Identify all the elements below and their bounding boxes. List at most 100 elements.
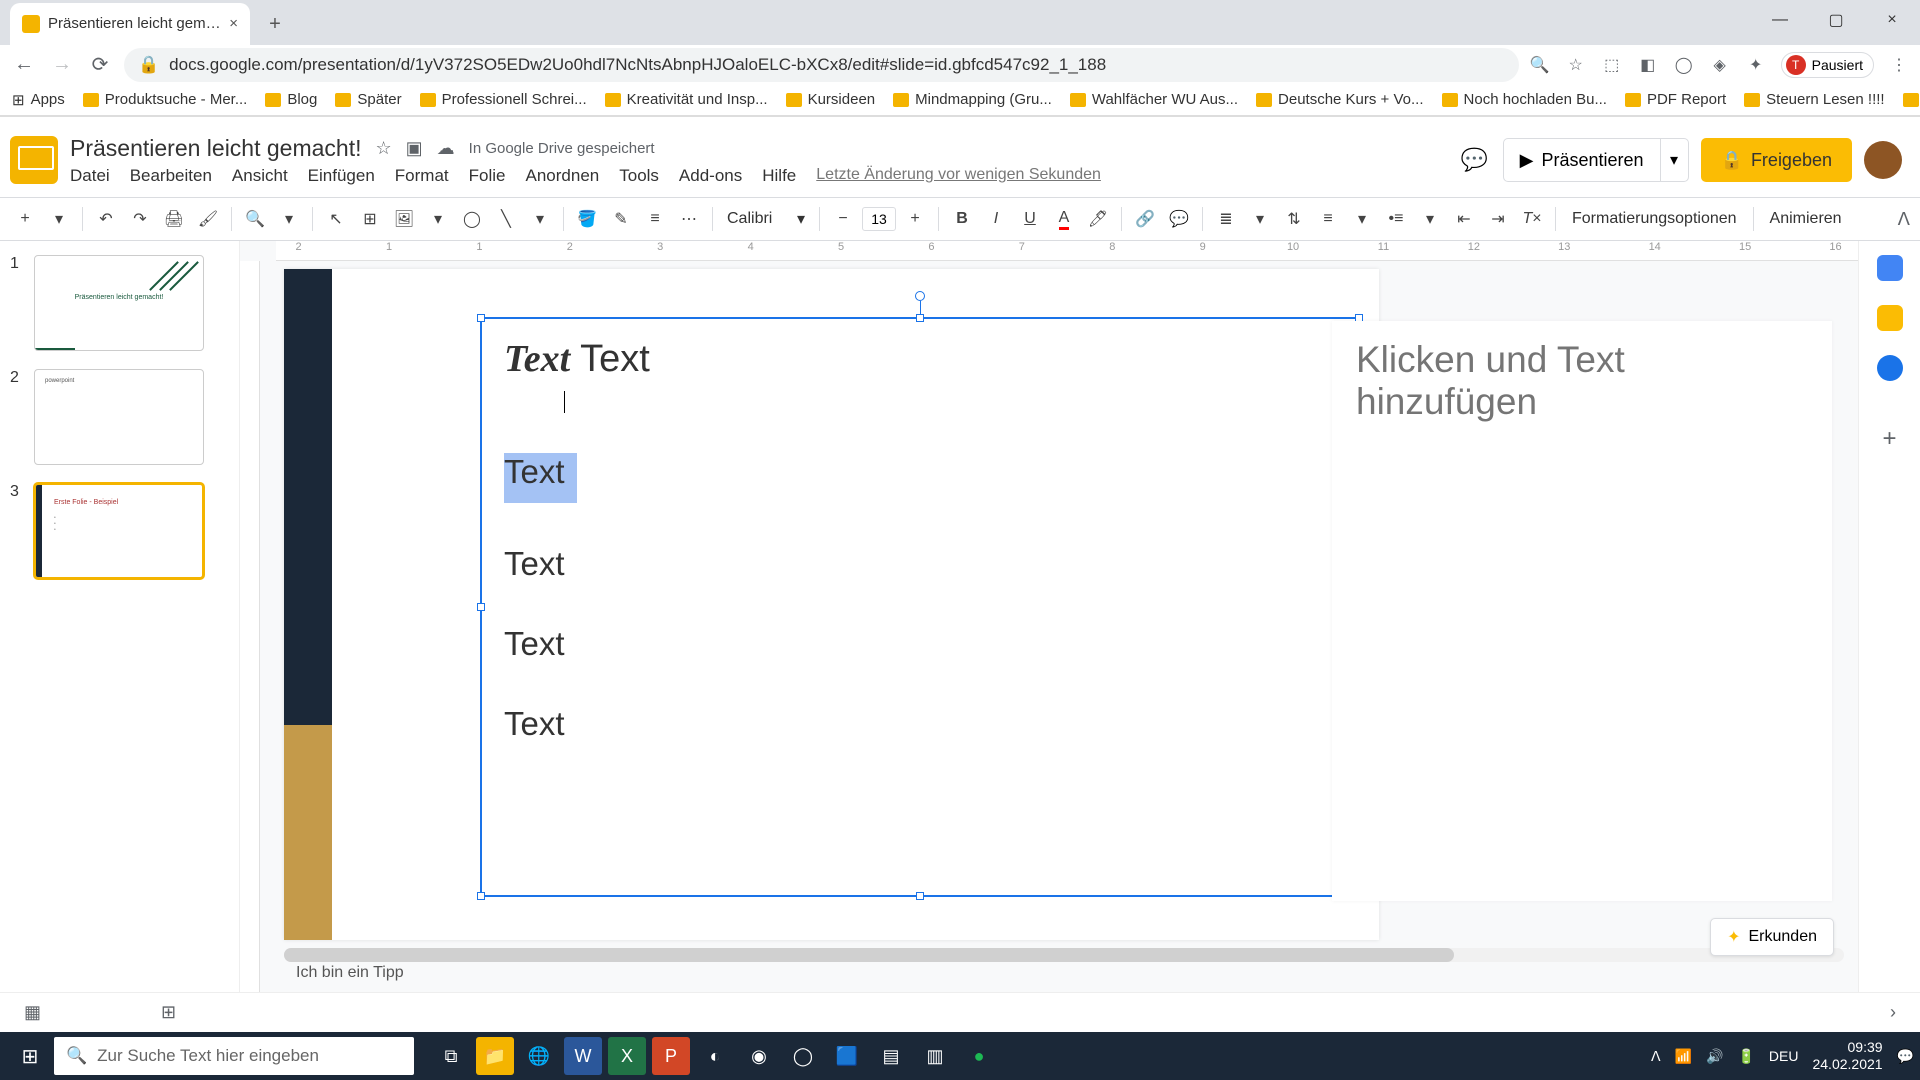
extension-icon-3[interactable]: ◯ xyxy=(1673,54,1695,76)
vertical-ruler[interactable] xyxy=(240,261,260,992)
extension-icon-2[interactable]: ◧ xyxy=(1637,54,1659,76)
clock[interactable]: 09:39 24.02.2021 xyxy=(1812,1039,1882,1073)
profile-button[interactable]: T Pausiert xyxy=(1781,52,1874,78)
bookmark-item[interactable]: PDF Report xyxy=(1625,91,1726,108)
bullet-dropdown[interactable]: ▾ xyxy=(1415,204,1445,234)
border-color-button[interactable]: ✎ xyxy=(606,204,636,234)
bookmark-item[interactable]: Später xyxy=(335,91,401,108)
edge-icon-2[interactable]: 🟦 xyxy=(828,1037,866,1075)
menu-format[interactable]: Format xyxy=(395,166,449,186)
app-icon-2[interactable]: ▤ xyxy=(872,1037,910,1075)
undo-button[interactable]: ↶ xyxy=(91,204,121,234)
maximize-button[interactable]: ▢ xyxy=(1808,0,1864,40)
resize-handle[interactable] xyxy=(477,314,485,322)
star-icon[interactable]: ☆ xyxy=(376,138,392,159)
taskbar-search[interactable]: 🔍 Zur Suche Text hier eingeben xyxy=(54,1037,414,1075)
font-size-decrease[interactable]: − xyxy=(828,204,858,234)
notifications-icon[interactable]: 💬 xyxy=(1897,1048,1914,1065)
bookmark-item[interactable]: Professionell Schrei... xyxy=(420,91,587,108)
word-icon[interactable]: W xyxy=(564,1037,602,1075)
clear-format-button[interactable]: T× xyxy=(1517,204,1547,234)
menu-view[interactable]: Ansicht xyxy=(232,166,288,186)
bookmark-item[interactable]: Mindmapping (Gru... xyxy=(893,91,1052,108)
close-icon[interactable]: × xyxy=(229,15,238,32)
present-button[interactable]: ▶Präsentieren ▾ xyxy=(1503,138,1689,182)
line-tool[interactable]: ╲ xyxy=(491,204,521,234)
indent-decrease-button[interactable]: ⇤ xyxy=(1449,204,1479,234)
shape-tool[interactable]: ◯ xyxy=(457,204,487,234)
fill-color-button[interactable]: 🪣 xyxy=(572,204,602,234)
start-button[interactable]: ⊞ xyxy=(6,1032,54,1080)
last-change-link[interactable]: Letzte Änderung vor wenigen Sekunden xyxy=(816,166,1101,186)
menu-insert[interactable]: Einfügen xyxy=(308,166,375,186)
zoom-dropdown[interactable]: ▾ xyxy=(274,204,304,234)
bookmark-item[interactable]: Deutsche Kurs + Vo... xyxy=(1256,91,1424,108)
paint-format-button[interactable]: 🖌 xyxy=(193,204,223,234)
image-tool[interactable]: 🖼 xyxy=(389,204,419,234)
chrome-icon[interactable]: ◯ xyxy=(784,1037,822,1075)
zoom-button[interactable]: 🔍 xyxy=(240,204,270,234)
line-dropdown[interactable]: ▾ xyxy=(525,204,555,234)
menu-help[interactable]: Hilfe xyxy=(762,166,796,186)
resize-handle[interactable] xyxy=(477,892,485,900)
calendar-icon[interactable] xyxy=(1877,255,1903,281)
bullet-list-button[interactable]: •≡ xyxy=(1381,204,1411,234)
border-weight-button[interactable]: ≡ xyxy=(640,204,670,234)
minimize-button[interactable]: — xyxy=(1752,0,1808,40)
font-size-increase[interactable]: + xyxy=(900,204,930,234)
collapse-toolbar-icon[interactable]: ᐱ xyxy=(1898,209,1910,230)
animate-button[interactable]: Animieren xyxy=(1762,210,1850,228)
numbered-dropdown[interactable]: ▾ xyxy=(1347,204,1377,234)
new-slide-dropdown[interactable]: ▾ xyxy=(44,204,74,234)
resize-handle[interactable] xyxy=(916,892,924,900)
menu-edit[interactable]: Bearbeiten xyxy=(130,166,212,186)
zoom-icon[interactable]: 🔍 xyxy=(1529,54,1551,76)
extension-icon[interactable]: ⬚ xyxy=(1601,54,1623,76)
url-field[interactable]: 🔒 docs.google.com/presentation/d/1yV372S… xyxy=(124,48,1519,82)
slides-logo-icon[interactable] xyxy=(10,136,58,184)
menu-file[interactable]: Datei xyxy=(70,166,110,186)
notepad-icon[interactable]: ▥ xyxy=(916,1037,954,1075)
app-icon[interactable]: ◐ xyxy=(696,1037,734,1075)
text-color-button[interactable]: A xyxy=(1049,204,1079,234)
grid-view-icon[interactable]: ⊞ xyxy=(161,1002,176,1023)
bold-button[interactable]: B xyxy=(947,204,977,234)
italic-button[interactable]: I xyxy=(981,204,1011,234)
new-slide-button[interactable]: + xyxy=(10,204,40,234)
spotify-icon[interactable]: ● xyxy=(960,1037,998,1075)
present-dropdown[interactable]: ▾ xyxy=(1660,139,1688,181)
select-tool[interactable]: ↖ xyxy=(321,204,351,234)
back-button[interactable]: ← xyxy=(10,51,38,79)
print-button[interactable]: 🖨 xyxy=(159,204,189,234)
align-dropdown[interactable]: ▾ xyxy=(1245,204,1275,234)
extensions-menu-icon[interactable]: ✦ xyxy=(1745,54,1767,76)
border-dash-button[interactable]: ⋯ xyxy=(674,204,704,234)
menu-arrange[interactable]: Anordnen xyxy=(526,166,600,186)
explorer-icon[interactable]: 📁 xyxy=(476,1037,514,1075)
language-indicator[interactable]: DEU xyxy=(1769,1048,1799,1064)
redo-button[interactable]: ↷ xyxy=(125,204,155,234)
font-size-input[interactable]: 13 xyxy=(862,207,896,231)
filmstrip-view-icon[interactable]: ▦ xyxy=(24,1002,41,1023)
numbered-list-button[interactable]: ≡ xyxy=(1313,204,1343,234)
powerpoint-icon[interactable]: P xyxy=(652,1037,690,1075)
account-avatar[interactable] xyxy=(1864,141,1902,179)
close-window-button[interactable]: × xyxy=(1864,0,1920,40)
link-button[interactable]: 🔗 xyxy=(1130,204,1160,234)
bookmark-item[interactable]: Produktsuche - Mer... xyxy=(83,91,248,108)
document-title[interactable]: Präsentieren leicht gemacht! xyxy=(70,135,362,162)
add-sidepanel-icon[interactable]: + xyxy=(1882,425,1896,453)
next-page-icon[interactable]: › xyxy=(1890,1002,1896,1023)
textbox-tool[interactable]: ⊞ xyxy=(355,204,385,234)
browser-tab[interactable]: Präsentieren leicht gemacht! - G × xyxy=(10,3,250,45)
horizontal-scrollbar[interactable] xyxy=(284,948,1844,962)
tray-chevron-icon[interactable]: ᐱ xyxy=(1651,1048,1661,1065)
slide-canvas[interactable]: TextText Text Text Text Text xyxy=(284,269,1379,940)
menu-slide[interactable]: Folie xyxy=(469,166,506,186)
bookmark-item[interactable]: Kreativität und Insp... xyxy=(605,91,768,108)
volume-icon[interactable]: 🔊 xyxy=(1706,1048,1723,1065)
explore-button[interactable]: ✦ Erkunden xyxy=(1710,918,1834,956)
align-button[interactable]: ≣ xyxy=(1211,204,1241,234)
format-options-button[interactable]: Formatierungsoptionen xyxy=(1564,210,1745,228)
wifi-icon[interactable]: 📶 xyxy=(1675,1048,1692,1065)
